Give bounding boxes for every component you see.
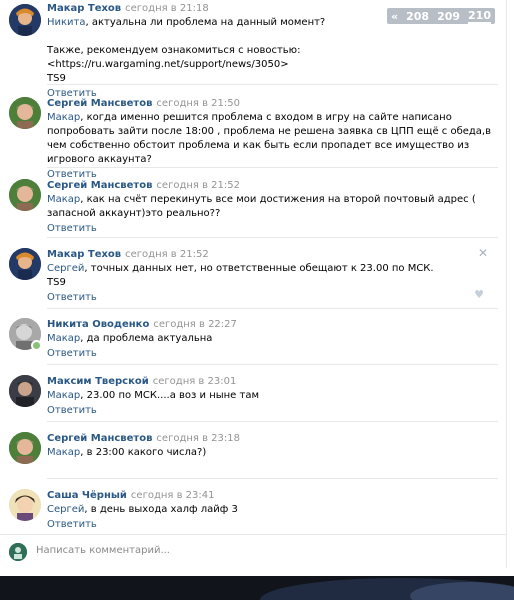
comment-text: , да проблема актуальна — [80, 333, 213, 344]
comment-input-placeholder[interactable]: Написать комментарий... — [36, 545, 170, 556]
comment-text: , 23.00 по МСК....а воз и ныне там — [80, 390, 259, 401]
author-name[interactable]: Сергей Мансветов — [47, 433, 152, 444]
author-name[interactable]: Саша Чёрный — [47, 490, 127, 501]
my-avatar — [9, 543, 27, 561]
author-name[interactable]: Сергей Мансветов — [47, 180, 152, 191]
avatar[interactable] — [9, 97, 41, 129]
comment-text: , актуальна ли проблема на данный момент… — [85, 17, 326, 28]
avatar[interactable] — [9, 375, 41, 407]
mention-link[interactable]: Макар — [47, 390, 80, 401]
online-indicator — [31, 340, 42, 351]
reply-button[interactable]: Ответить — [47, 223, 498, 234]
comment-text: , когда именно решится проблема с входом… — [47, 112, 492, 165]
heart-icon[interactable]: ♥ — [474, 288, 484, 301]
mention-link[interactable]: Сергей — [47, 504, 84, 515]
divider — [47, 478, 498, 479]
avatar[interactable] — [9, 248, 41, 280]
page-background-strip — [0, 576, 514, 600]
divider — [47, 167, 498, 168]
author-name[interactable]: Никита Оводенко — [47, 319, 149, 330]
comment-text-extra: Также, рекомендуем ознакомиться с новост… — [47, 45, 301, 70]
reply-button[interactable]: Ответить — [47, 519, 498, 530]
comment-text: , в 23:00 какого числа?) — [80, 447, 207, 458]
avatar[interactable] — [9, 489, 41, 521]
reply-button[interactable]: Ответить — [47, 292, 498, 303]
divider — [47, 308, 498, 309]
divider — [47, 84, 498, 85]
comment-text: , как на счёт перекинуть все мои достиже… — [47, 194, 476, 219]
reply-button[interactable]: Ответить — [47, 348, 498, 359]
author-name[interactable]: Максим Тверской — [47, 376, 149, 387]
close-icon[interactable]: ✕ — [478, 246, 488, 260]
comment-time[interactable]: сегодня в 22:27 — [153, 319, 237, 330]
comment-text: , в день выхода халф лайф 3 — [84, 504, 238, 515]
comment-signature: TS9 — [47, 277, 66, 288]
reply-button[interactable]: Ответить — [47, 405, 498, 416]
mention-link[interactable]: Никита — [47, 17, 86, 28]
avatar[interactable] — [9, 4, 41, 36]
comment-time[interactable]: сегодня в 23:41 — [131, 490, 215, 501]
divider — [47, 364, 498, 365]
mention-link[interactable]: Макар — [47, 333, 80, 344]
divider — [47, 421, 498, 422]
comment-time[interactable]: сегодня в 21:52 — [156, 180, 240, 191]
mention-link[interactable]: Макар — [47, 194, 80, 205]
author-name[interactable]: Макар Техов — [47, 249, 121, 260]
divider — [47, 237, 498, 238]
comment-text: , точных данных нет, но ответственные об… — [84, 263, 434, 274]
author-name[interactable]: Сергей Мансветов — [47, 98, 152, 109]
avatar[interactable] — [9, 432, 41, 464]
comment-time[interactable]: сегодня в 21:52 — [125, 249, 209, 260]
mention-link[interactable]: Макар — [47, 447, 80, 458]
comments-panel: « 208 209 210 Макар Техов сегодня в 21:18… — [0, 0, 507, 568]
avatar[interactable] — [9, 179, 41, 211]
comment-time[interactable]: сегодня в 21:50 — [156, 98, 240, 109]
comment-time[interactable]: сегодня в 23:01 — [153, 376, 237, 387]
comment-composer[interactable]: Написать комментарий... — [0, 538, 498, 566]
divider — [0, 534, 506, 535]
comment-time[interactable]: сегодня в 23:18 — [156, 433, 240, 444]
mention-link[interactable]: Сергей — [47, 263, 84, 274]
mention-link[interactable]: Макар — [47, 112, 80, 123]
author-name[interactable]: Макар Техов — [47, 3, 121, 14]
comment-time[interactable]: сегодня в 21:18 — [125, 3, 209, 14]
